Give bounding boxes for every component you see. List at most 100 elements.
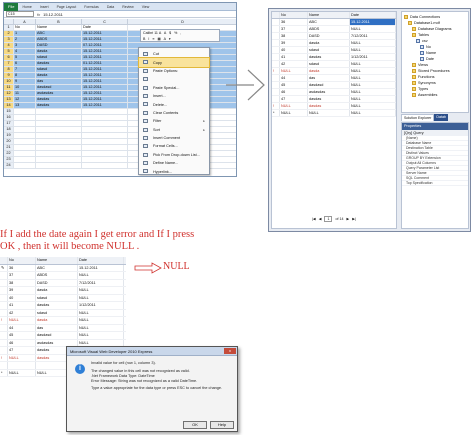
cell[interactable] bbox=[36, 145, 82, 150]
cell[interactable]: 38 bbox=[280, 33, 308, 39]
context-menu-item[interactable]: Copy bbox=[138, 57, 210, 68]
cell[interactable]: 42 bbox=[8, 309, 36, 316]
cell[interactable]: 37 bbox=[280, 26, 308, 32]
column-header[interactable]: D bbox=[128, 19, 236, 24]
ribbon-tab[interactable]: Data bbox=[103, 5, 118, 9]
row-header[interactable]: 8 bbox=[4, 67, 14, 72]
excel-file-tab[interactable]: File bbox=[4, 3, 19, 11]
cell[interactable]: 15.12.2011 bbox=[82, 67, 128, 72]
cell[interactable]: sdasd bbox=[308, 61, 350, 67]
row-marker[interactable] bbox=[272, 96, 280, 102]
cell[interactable]: 01.12.2011 bbox=[82, 61, 128, 66]
cell[interactable]: sdasd bbox=[36, 55, 82, 60]
cell[interactable]: dasda bbox=[36, 49, 82, 54]
row-header[interactable]: 9 bbox=[4, 73, 14, 78]
cell[interactable]: dasda bbox=[36, 317, 78, 324]
tab-solution-explorer[interactable]: Solution Explorer bbox=[401, 114, 435, 121]
row-header[interactable]: 2 bbox=[4, 31, 14, 36]
cell[interactable]: 36 bbox=[280, 19, 308, 25]
cell[interactable] bbox=[36, 109, 82, 114]
context-menu-item[interactable]: Paste Special... bbox=[139, 84, 209, 92]
cell[interactable]: asdasdas bbox=[36, 91, 82, 96]
cell[interactable] bbox=[82, 121, 128, 126]
cell[interactable] bbox=[14, 163, 36, 168]
cell[interactable]: 15.12.2011 bbox=[82, 97, 128, 102]
cell[interactable]: dasda bbox=[308, 68, 350, 74]
cell[interactable]: 40 bbox=[8, 294, 36, 301]
row-marker[interactable] bbox=[0, 309, 8, 316]
row-marker[interactable] bbox=[272, 40, 280, 46]
cell[interactable] bbox=[36, 121, 82, 126]
context-menu-item[interactable]: Insert Comment bbox=[139, 134, 209, 142]
cell[interactable]: NULL bbox=[350, 110, 396, 116]
mini-toolbar-size[interactable]: 11 bbox=[154, 31, 158, 35]
help-button[interactable]: Help bbox=[210, 421, 234, 429]
column-header[interactable]: Date bbox=[350, 12, 396, 18]
cell[interactable]: dasda bbox=[36, 287, 78, 294]
row-header[interactable]: 1 bbox=[4, 25, 14, 30]
cell[interactable]: NULL bbox=[8, 369, 36, 376]
row-marker[interactable] bbox=[0, 272, 8, 279]
row-marker[interactable] bbox=[0, 294, 8, 301]
context-menu-item[interactable]: Paste Options: bbox=[139, 67, 209, 75]
cell[interactable]: 46 bbox=[8, 339, 36, 346]
cell[interactable] bbox=[82, 151, 128, 156]
cell[interactable] bbox=[36, 115, 82, 120]
cell[interactable] bbox=[36, 157, 82, 162]
cell[interactable]: NULL bbox=[350, 47, 396, 53]
cell[interactable]: DASD bbox=[36, 43, 82, 48]
cell[interactable]: NULL bbox=[78, 309, 124, 316]
context-menu-item[interactable]: Delete... bbox=[139, 100, 209, 108]
cell[interactable] bbox=[82, 163, 128, 168]
cell[interactable]: dasdas bbox=[308, 54, 350, 60]
row-marker[interactable]: ! bbox=[0, 317, 8, 324]
column-header[interactable]: Date bbox=[78, 257, 124, 264]
cell[interactable]: 9 bbox=[14, 79, 36, 84]
cell[interactable]: 39 bbox=[280, 40, 308, 46]
cell[interactable]: das bbox=[308, 75, 350, 81]
cell[interactable]: dasdas bbox=[308, 96, 350, 102]
cell[interactable]: NULL bbox=[350, 61, 396, 67]
cell[interactable] bbox=[82, 109, 128, 114]
row-header[interactable]: 18 bbox=[4, 127, 14, 132]
cell[interactable]: 44 bbox=[8, 324, 36, 331]
cell[interactable]: NULL bbox=[78, 294, 124, 301]
cell[interactable] bbox=[14, 157, 36, 162]
property-row[interactable]: Top Specification bbox=[402, 181, 468, 186]
row-header[interactable]: 14 bbox=[4, 103, 14, 108]
cell[interactable]: sdasd bbox=[36, 294, 78, 301]
cell[interactable]: 45 bbox=[8, 332, 36, 339]
context-menu-item[interactable]: Filter ▸ bbox=[139, 117, 209, 125]
cell[interactable]: 1/12/2011 bbox=[78, 302, 124, 309]
cell[interactable]: 13 bbox=[14, 103, 36, 108]
row-marker[interactable]: * bbox=[272, 110, 280, 116]
cell[interactable]: 46 bbox=[280, 89, 308, 95]
cell[interactable]: 2 bbox=[14, 37, 36, 42]
cell[interactable]: dasdas bbox=[36, 61, 82, 66]
cell[interactable]: 15.12.2011 bbox=[78, 264, 124, 271]
cell[interactable]: dasdas bbox=[36, 103, 82, 108]
cell[interactable]: 44 bbox=[280, 75, 308, 81]
cell[interactable]: DASD bbox=[308, 33, 350, 39]
cell[interactable]: 15.12.2011 bbox=[82, 91, 128, 96]
row-marker[interactable] bbox=[0, 362, 8, 369]
pager-current[interactable]: 1 bbox=[324, 216, 333, 222]
cell[interactable]: NULL bbox=[78, 272, 124, 279]
row-marker[interactable] bbox=[0, 302, 8, 309]
row-marker[interactable]: ✎ bbox=[0, 264, 8, 271]
name-box[interactable]: C15 bbox=[6, 11, 34, 17]
pager-last-icon[interactable]: ▶| bbox=[352, 217, 356, 221]
cell[interactable] bbox=[14, 109, 36, 114]
cell[interactable] bbox=[36, 139, 82, 144]
cell[interactable]: 4 bbox=[14, 49, 36, 54]
ribbon-tab[interactable]: View bbox=[138, 5, 154, 9]
cell[interactable]: NULL bbox=[350, 103, 396, 109]
cell[interactable]: ABDS bbox=[308, 26, 350, 32]
row-header[interactable]: 7 bbox=[4, 61, 14, 66]
context-menu-item[interactable]: Define Name... bbox=[139, 159, 209, 167]
ribbon-tab[interactable]: Review bbox=[118, 5, 137, 9]
ok-button[interactable]: OK bbox=[183, 421, 207, 429]
cell[interactable] bbox=[82, 133, 128, 138]
row-marker[interactable] bbox=[272, 26, 280, 32]
cell[interactable]: dasdasd bbox=[36, 332, 78, 339]
